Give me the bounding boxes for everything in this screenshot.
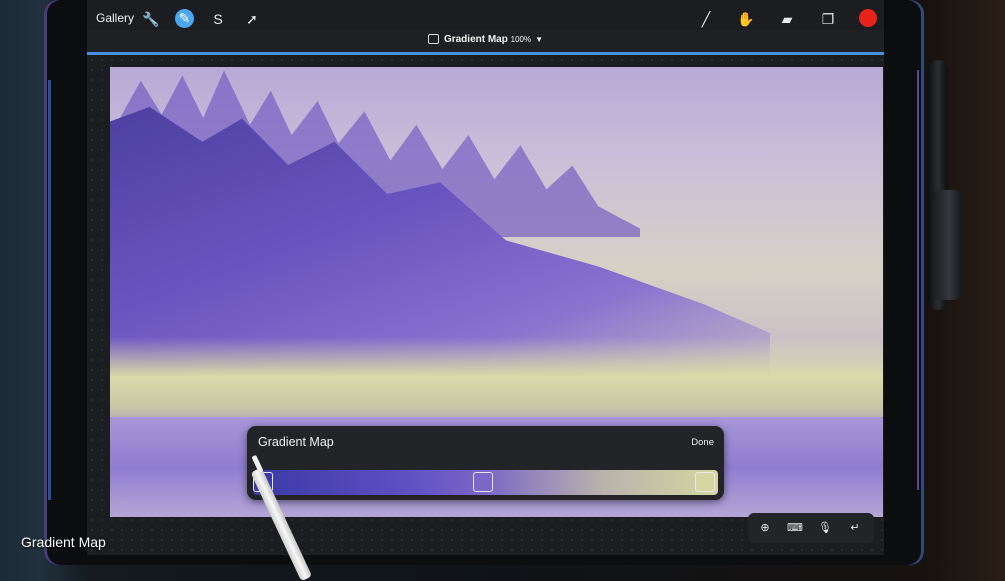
adjustment-name: Gradient Map <box>443 34 508 45</box>
smudge-icon[interactable]: ✋ <box>736 9 756 29</box>
microphone-icon[interactable]: 🎙 <box>817 520 833 536</box>
tablet-edge-light <box>48 80 51 500</box>
done-button[interactable]: Done <box>691 437 714 448</box>
transform-arrow-icon[interactable]: ➚ <box>242 9 262 29</box>
layer-icon <box>427 34 439 45</box>
magic-wand-icon[interactable]: ✎ <box>175 9 194 28</box>
eraser-icon[interactable]: ▰ <box>777 9 797 29</box>
layers-icon[interactable]: ❐ <box>818 9 838 29</box>
selection-icon[interactable]: S <box>208 9 228 29</box>
panel-title: Gradient Map <box>258 435 334 449</box>
video-caption: Gradient Map <box>21 534 106 550</box>
cable-plug <box>930 190 962 300</box>
gradient-stop-end[interactable] <box>695 472 715 492</box>
brush-icon[interactable]: ╱ <box>696 9 716 29</box>
keyboard-icon[interactable]: ⌨ <box>787 520 803 536</box>
adjustment-label[interactable]: Gradient Map 100% ▼ <box>87 34 884 45</box>
wrench-icon[interactable]: 🔧 <box>141 9 161 29</box>
gradient-stop-middle[interactable] <box>473 472 493 492</box>
tablet-edge-light <box>917 70 919 490</box>
return-icon[interactable]: ↵ <box>847 520 863 536</box>
chevron-down-icon: ▼ <box>535 35 544 44</box>
gallery-button[interactable]: Gallery <box>96 11 134 25</box>
quick-bar: ⊕ ⌨ 🎙 ↵ <box>748 513 874 543</box>
adjustment-opacity: 100% <box>510 35 532 44</box>
cursor-icon[interactable]: ⊕ <box>757 520 773 536</box>
gradient-map-panel: Gradient Map Done <box>247 426 724 500</box>
procreate-screen: Gallery 🔧 ✎ S ➚ ╱ ✋ ▰ ❐ Gradient Map 100… <box>87 0 884 555</box>
color-swatch[interactable] <box>859 9 877 27</box>
